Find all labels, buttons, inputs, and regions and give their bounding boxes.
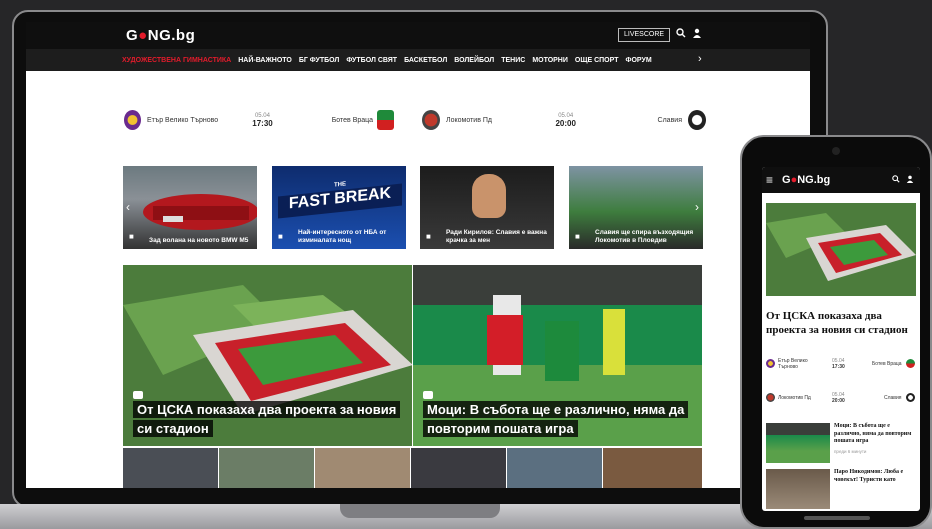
strip-thumb[interactable] <box>507 448 602 488</box>
strip-thumb[interactable] <box>123 448 218 488</box>
team-crest-icon <box>906 393 915 402</box>
logo-text-b: NG.bg <box>147 27 196 44</box>
team-crest-icon <box>377 110 394 130</box>
main-nav: ХУДОЖЕСТВЕНА ГИМНАСТИКА НАЙ-ВАЖНОТО БГ Ф… <box>26 49 810 71</box>
featured-article[interactable]: От ЦСКА показаха два проекта за новия си… <box>123 265 412 446</box>
article-thumb <box>766 423 830 463</box>
nav-item-top[interactable]: НАЙ-ВАЖНОТО <box>238 57 292 64</box>
player-image <box>472 174 506 218</box>
home-team: Локомотив Пд <box>446 116 492 124</box>
strip-thumb[interactable] <box>315 448 410 488</box>
mobile-article-item[interactable]: Паро Никодимов: Люба е човекът! Туристи … <box>766 469 916 509</box>
featured-title: От ЦСКА показаха два проекта за новия си… <box>133 400 402 438</box>
home-team: Локомотив Пд <box>778 395 811 401</box>
thumb-caption: Славия ще спира възходящия Локомотив в П… <box>595 229 694 244</box>
nav-item-more-sport[interactable]: ОЩЕ СПОРТ <box>575 57 619 64</box>
match-kickoff: 20:00 <box>832 398 845 404</box>
search-icon[interactable] <box>892 175 900 185</box>
user-icon[interactable] <box>906 175 914 185</box>
article-title: Паро Никодимов: Люба е човекът! Туристи … <box>834 469 904 483</box>
featured-article[interactable]: Моци: В събота ще е различно, няма да по… <box>413 265 702 446</box>
thumb-caption: Зад волана на новото BMW M5 <box>149 237 249 244</box>
mobile-article-item[interactable]: Моци: В събота ще е различно, няма да по… <box>766 423 916 463</box>
nav-item-gymnastics[interactable]: ХУДОЖЕСТВЕНА ГИМНАСТИКА <box>122 57 231 64</box>
team-crest-icon <box>124 110 141 130</box>
logo-text-a: G <box>782 174 791 186</box>
phone-camera <box>832 147 840 155</box>
video-thumb[interactable]: › ■ Славия ще спира възходящия Локомотив… <box>569 166 703 249</box>
site-logo[interactable]: G●NG.bg <box>126 27 195 44</box>
mobile-headline[interactable]: От ЦСКА показаха два проекта за новия си… <box>766 309 918 337</box>
away-team: Ботев Враца <box>331 116 374 124</box>
featured-title-text: Моци: В събота ще е различно, няма да по… <box>423 401 689 437</box>
strip-thumb[interactable] <box>603 448 702 488</box>
video-icon: ■ <box>129 232 134 241</box>
match-card[interactable]: Етър Велико Търново 05.04 17:30 Ботев Вра… <box>124 106 394 134</box>
logo-text-b: NG.bg <box>797 174 831 186</box>
video-icon: ■ <box>426 232 431 241</box>
thumb-caption: Най-интересното от НБА от изминалата нощ <box>298 229 387 244</box>
menu-icon[interactable]: ≡ <box>766 173 773 187</box>
site-logo[interactable]: G●NG.bg <box>782 174 830 186</box>
nav-item-world-football[interactable]: ФУТБОЛ СВЯТ <box>346 57 397 64</box>
match-kickoff: 20:00 <box>555 119 576 128</box>
chevron-right-icon[interactable]: › <box>698 53 702 65</box>
chevron-right-icon[interactable]: › <box>695 200 699 214</box>
team-crest-icon <box>687 110 706 130</box>
search-icon[interactable] <box>676 28 686 41</box>
video-thumb[interactable]: ‹ ■ Зад волана на новото BMW M5 <box>123 166 257 249</box>
fast-break-banner: THE FAST BREAK <box>278 181 402 219</box>
article-title: Моци: В събота ще е различно, няма да по… <box>834 423 912 444</box>
ball-icon: ● <box>138 27 148 44</box>
featured-title-text: От ЦСКА показаха два проекта за новия си… <box>133 401 401 437</box>
nav-item-volleyball[interactable]: ВОЛЕЙБОЛ <box>454 57 494 64</box>
article-time: преди 6 минути <box>834 449 867 454</box>
team-crest-icon <box>422 110 441 130</box>
strip-thumb[interactable] <box>219 448 314 488</box>
strip-thumb[interactable] <box>411 448 506 488</box>
mobile-match-card[interactable]: Етър Велико Търново 05.04 17:30 Ботев Вр… <box>766 353 916 375</box>
away-team: Славия <box>884 395 902 401</box>
away-team: Ботев Враца <box>872 361 902 367</box>
chevron-left-icon[interactable]: ‹ <box>126 200 130 214</box>
nav-item-basketball[interactable]: БАСКЕТБОЛ <box>404 57 447 64</box>
thumb-caption: Ради Кирилов: Славия е важна крачка за м… <box>446 229 547 244</box>
match-time: 05.04 17:30 <box>252 112 272 128</box>
logo-text-a: G <box>126 27 139 44</box>
stadium-image <box>766 203 916 296</box>
team-crest-icon <box>766 359 775 368</box>
camera-icon <box>423 391 433 399</box>
away-team: Славия <box>657 116 682 124</box>
match-kickoff: 17:30 <box>832 364 845 370</box>
home-indicator <box>804 516 870 520</box>
match-card[interactable]: Локомотив Пд 05.04 20:00 Славия <box>422 106 706 134</box>
team-crest-icon <box>766 393 775 402</box>
nav-item-motor[interactable]: МОТОРНИ <box>532 57 568 64</box>
article-thumb <box>766 469 830 509</box>
home-team: Етър Велико Търново <box>778 358 808 370</box>
livescore-button[interactable]: LIVESCORE <box>618 28 671 42</box>
home-team: Етър Велико Търново <box>146 116 219 124</box>
match-time: 05.04 20:00 <box>555 112 575 128</box>
match-kickoff: 17:30 <box>252 119 273 128</box>
mobile-screen: ≡ G●NG.bg От ЦСКА показаха два проекта з… <box>762 167 920 511</box>
desktop-screen: G●NG.bg LIVESCORE ХУДОЖЕСТВЕНА ГИМНАСТИК… <box>26 22 810 488</box>
phone-frame: ≡ G●NG.bg От ЦСКА показаха два проекта з… <box>740 135 932 529</box>
video-thumb[interactable]: ■ Ради Кирилов: Славия е важна крачка за… <box>420 166 554 249</box>
team-crest-icon <box>906 359 915 368</box>
video-icon: ■ <box>575 232 580 241</box>
mobile-match-card[interactable]: Локомотив Пд 05.04 20:00 Славия <box>766 387 916 409</box>
mobile-hero-image[interactable] <box>766 203 916 296</box>
video-thumb[interactable]: THE FAST BREAK ■ Най-интересното от НБА о… <box>272 166 406 249</box>
nav-item-forum[interactable]: ФОРУМ <box>625 57 651 64</box>
mobile-header: ≡ G●NG.bg <box>762 167 920 193</box>
featured-title: Моци: В събота ще е различно, няма да по… <box>423 400 692 438</box>
camera-icon <box>133 391 143 399</box>
site-header: G●NG.bg LIVESCORE <box>26 22 810 49</box>
nav-item-bg-football[interactable]: БГ ФУТБОЛ <box>299 57 340 64</box>
video-icon: ■ <box>278 232 283 241</box>
nav-item-tennis[interactable]: ТЕНИС <box>501 57 525 64</box>
laptop-notch <box>340 504 500 518</box>
user-icon[interactable] <box>692 28 702 41</box>
